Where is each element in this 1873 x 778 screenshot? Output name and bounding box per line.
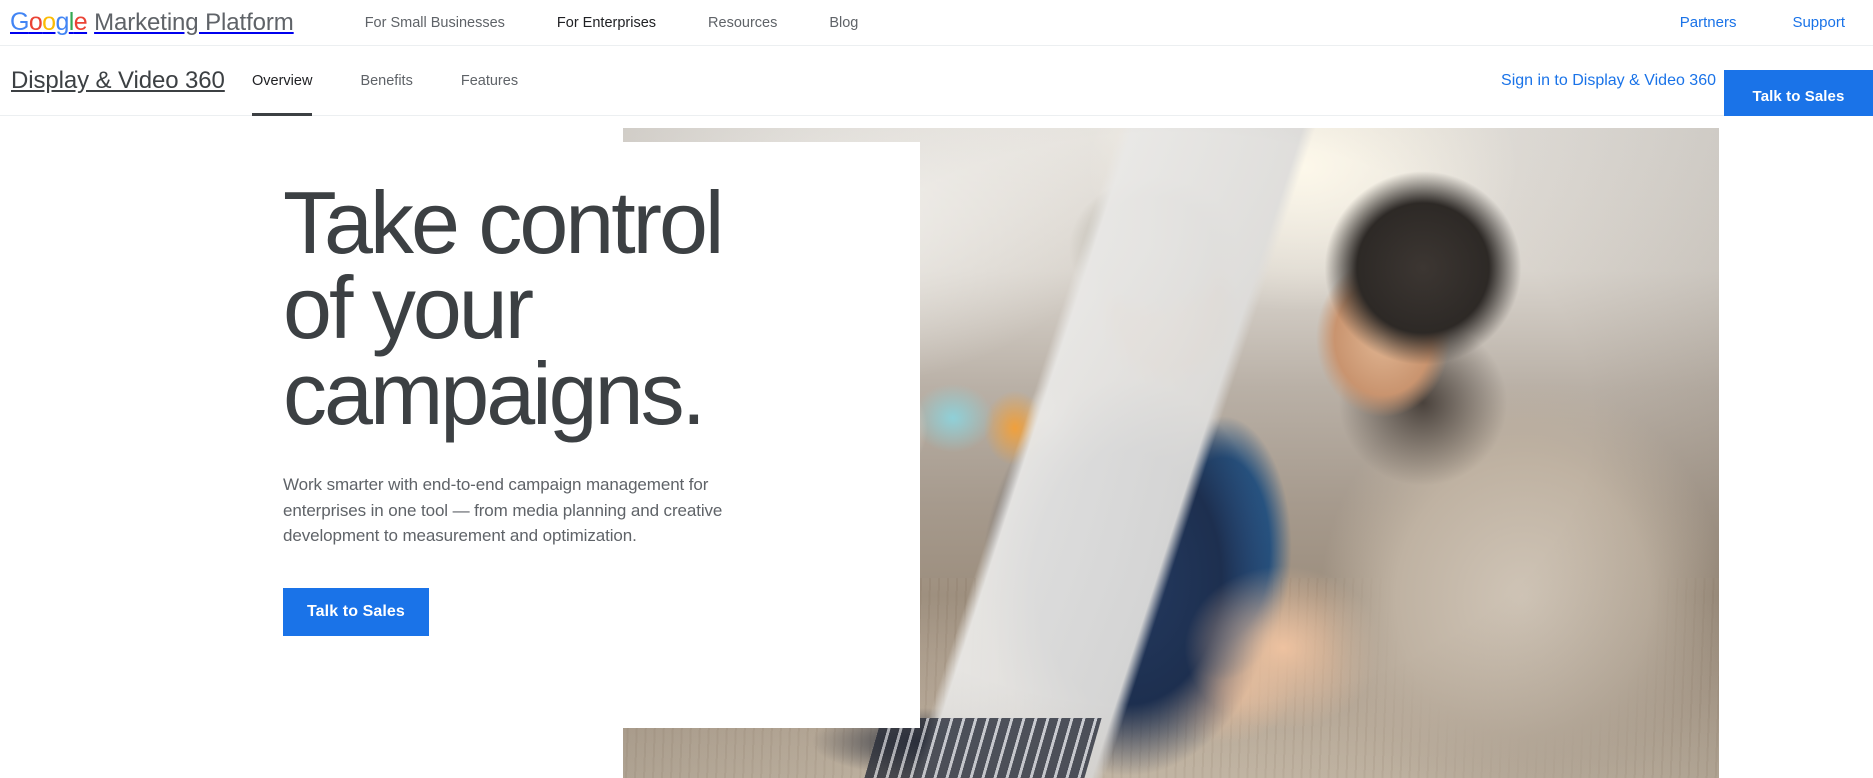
- talk-to-sales-header-button[interactable]: Talk to Sales: [1724, 70, 1873, 122]
- product-header: Display & Video 360 Overview Benefits Fe…: [0, 46, 1873, 116]
- logo-letter-o2: o: [42, 7, 56, 36]
- product-tabs: Overview Benefits Features: [252, 46, 566, 116]
- tab-benefits[interactable]: Benefits: [360, 46, 412, 116]
- hero-copy: Take control of your campaigns. Work sma…: [283, 142, 843, 636]
- nav-item-resources[interactable]: Resources: [682, 0, 803, 46]
- global-nav: For Small Businesses For Enterprises Res…: [339, 0, 885, 46]
- hero-copy-card: Take control of your campaigns. Work sma…: [0, 142, 920, 728]
- nav-item-support[interactable]: Support: [1764, 0, 1873, 46]
- nav-item-small-businesses[interactable]: For Small Businesses: [339, 0, 531, 46]
- hero-subtext: Work smarter with end-to-end campaign ma…: [283, 475, 723, 546]
- tab-features[interactable]: Features: [461, 46, 518, 116]
- platform-name: Marketing Platform: [94, 8, 294, 36]
- google-marketing-platform-logo[interactable]: Google Marketing Platform: [10, 9, 294, 37]
- global-header: Google Marketing Platform For Small Busi…: [0, 0, 1873, 46]
- nav-item-enterprises[interactable]: For Enterprises: [531, 0, 682, 46]
- logo-letter-o1: o: [28, 7, 43, 36]
- sign-in-link[interactable]: Sign in to Display & Video 360: [1501, 72, 1716, 90]
- talk-to-sales-hero-button[interactable]: Talk to Sales: [283, 587, 429, 636]
- google-wordmark: Google: [10, 7, 88, 36]
- global-nav-right: Partners Support: [1652, 0, 1873, 46]
- logo-letter-g1: G: [10, 7, 29, 36]
- product-title[interactable]: Display & Video 360: [11, 67, 225, 95]
- nav-item-partners[interactable]: Partners: [1652, 0, 1765, 46]
- hero-headline: Take control of your campaigns.: [283, 173, 724, 443]
- hero-section: Take control of your campaigns. Work sma…: [0, 116, 1873, 778]
- logo-letter-g2: g: [55, 7, 69, 36]
- nav-item-blog[interactable]: Blog: [803, 0, 884, 46]
- tab-overview[interactable]: Overview: [252, 46, 313, 116]
- logo-letter-e: e: [73, 7, 88, 36]
